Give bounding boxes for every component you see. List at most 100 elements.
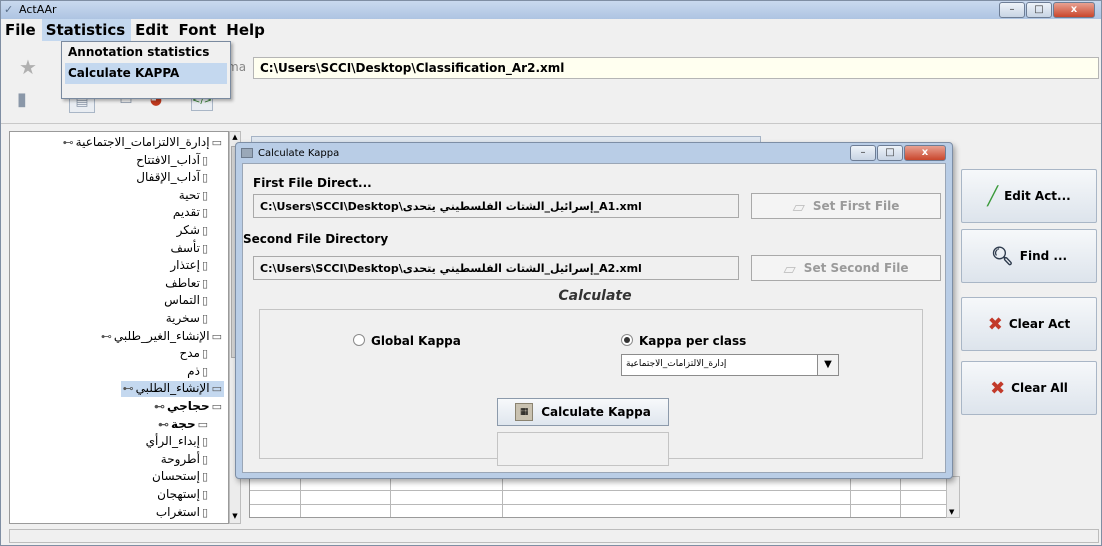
file-icon: ▯	[201, 224, 208, 237]
tree-node[interactable]: ▯شكر	[177, 223, 210, 239]
tree-node[interactable]: ▯آداب_الإقفال	[136, 170, 210, 186]
menu-item-annotation-statistics[interactable]: Annotation statistics	[62, 42, 230, 63]
kappa-per-class-label: Kappa per class	[639, 334, 747, 348]
tree-node[interactable]: ▭الإنشاء_الطلبي⊶	[120, 381, 224, 398]
kappa-per-class-radio[interactable]	[621, 334, 633, 346]
scroll-down-icon[interactable]: ▼	[949, 508, 954, 516]
app-icon: ✓	[4, 3, 14, 16]
file-path-field: C:\Users\SCCI\Desktop\Classification_Ar2…	[253, 57, 1099, 79]
dialog-maximize-button[interactable]: □	[877, 145, 903, 161]
class-select[interactable]: إدارة_الالتزامات_الاجتماعية	[621, 354, 839, 376]
first-file-path-field[interactable]: C:\Users\SCCI\Desktop\إسرائيل_الشتات الف…	[253, 194, 739, 218]
tree-node[interactable]: ▯آداب_الافتتاح	[136, 153, 210, 169]
tree-node[interactable]: ▭إدارة_الالتزامات_الاجتماعية⊶	[61, 135, 224, 151]
file-icon: ▯	[201, 206, 208, 220]
dialog-close-button[interactable]: x	[904, 145, 946, 161]
clear-all-button[interactable]: ✖ Clear All	[961, 361, 1097, 415]
tree-node[interactable]: ▯إستحسان	[152, 469, 210, 485]
tree-node[interactable]: ▯تأسف	[170, 241, 210, 257]
tree-node-label: إبداء_الرأي	[145, 434, 200, 449]
folder-icon: ▭	[211, 400, 222, 413]
table-scrollbar[interactable]: ▼	[946, 476, 960, 518]
expand-toggle-icon[interactable]: ⊶	[154, 400, 165, 413]
tree-node-label: ذم	[187, 363, 200, 378]
tree-node-label: آداب_الافتتاح	[136, 152, 200, 167]
dialog-minimize-button[interactable]: –	[850, 145, 876, 161]
classification-tree[interactable]: ▭إدارة_الالتزامات_الاجتماعية⊶ ▯آداب_الافت…	[9, 131, 229, 524]
tree-node[interactable]: ▯إعتذار	[170, 258, 210, 274]
tree-node-label: تقديم	[172, 205, 200, 220]
tree-node-label: مدح	[179, 346, 200, 361]
tree-node[interactable]: ▯تقديم	[173, 205, 210, 221]
expand-toggle-icon[interactable]: ⊶	[158, 418, 169, 431]
menu-file[interactable]: File	[1, 19, 42, 41]
tree-node[interactable]: ▭حجة⊶	[156, 417, 210, 433]
window-controls: – □ x	[998, 2, 1095, 18]
calculate-kappa-label: Calculate Kappa	[541, 405, 651, 419]
title-bar: ✓ ActAAr – □ x	[1, 1, 1101, 19]
close-button[interactable]: x	[1053, 2, 1095, 18]
folder-icon: ▭	[211, 136, 222, 149]
menu-help[interactable]: Help	[222, 19, 271, 41]
book-icon: ▱	[783, 258, 796, 278]
global-kappa-radio[interactable]	[353, 334, 365, 346]
menu-edit[interactable]: Edit	[131, 19, 174, 41]
file-icon: ▯	[201, 188, 208, 202]
edit-act-button[interactable]: ╱ Edit Act...	[961, 169, 1097, 223]
kappa-per-class-option[interactable]: Kappa per class	[621, 334, 746, 348]
tree-node[interactable]: ▭حجاجي⊶	[152, 399, 224, 415]
tree-node[interactable]: ▯تعاطف	[165, 276, 210, 292]
file-icon: ▯	[201, 312, 208, 325]
tree-node[interactable]: ▯إستهجان	[157, 487, 210, 503]
tree-node[interactable]: ▯استغراب	[156, 505, 210, 521]
tree-node-label: إعتذار	[170, 258, 200, 273]
expand-toggle-icon[interactable]: ⊶	[101, 330, 112, 343]
tree-node[interactable]: ▯سخرية	[166, 311, 210, 327]
file-icon: ▯	[201, 241, 208, 255]
calculate-kappa-button[interactable]: ▦ Calculate Kappa	[497, 398, 669, 426]
tree-node[interactable]: ▯ذم	[187, 364, 210, 380]
star-icon[interactable]: ★	[19, 55, 37, 79]
file-icon: ▯	[201, 347, 208, 361]
second-file-path-field[interactable]: C:\Users\SCCI\Desktop\إسرائيل_الشتات الف…	[253, 256, 739, 280]
maximize-button[interactable]: □	[1026, 2, 1052, 18]
find-button[interactable]: 🔍︎ Find ...	[961, 229, 1097, 283]
tree-node-label: حجة	[171, 416, 196, 431]
global-kappa-option[interactable]: Global Kappa	[353, 334, 461, 348]
scroll-down-icon[interactable]: ▼	[231, 512, 239, 522]
magnifier-icon: 🔍︎	[990, 245, 1014, 267]
tree-node-label: الإنشاء_الغير_طلبي	[113, 328, 210, 343]
folder-icon: ▭	[211, 329, 222, 343]
set-second-file-button[interactable]: ▱ Set Second File	[751, 255, 941, 281]
global-kappa-label: Global Kappa	[371, 334, 461, 348]
find-label: Find ...	[1019, 249, 1068, 263]
menu-font[interactable]: Font	[174, 19, 222, 41]
statistics-dropdown: Annotation statistics Calculate KAPPA	[61, 41, 231, 99]
minimize-button[interactable]: –	[999, 2, 1025, 18]
status-bar	[9, 529, 1099, 543]
chevron-down-icon[interactable]: ▼	[817, 355, 838, 375]
expand-toggle-icon[interactable]: ⊶	[123, 382, 134, 395]
edit-act-label: Edit Act...	[1004, 189, 1071, 203]
tree-node[interactable]: ▭الإنشاء_الغير_طلبي⊶	[99, 329, 224, 345]
bookmark-icon[interactable]: ▮	[9, 89, 35, 113]
file-icon: ▯	[201, 153, 208, 167]
expand-toggle-icon[interactable]: ⊶	[63, 136, 74, 149]
tree-node-label: سخرية	[165, 311, 200, 325]
tree-node[interactable]: ▯تحية	[179, 188, 210, 204]
menu-statistics[interactable]: Statistics	[41, 19, 132, 41]
dialog-icon	[241, 148, 253, 158]
pencil-icon: ╱	[987, 185, 999, 207]
folder-icon: ▭	[211, 382, 222, 396]
set-first-file-button[interactable]: ▱ Set First File	[751, 193, 941, 219]
tree-node[interactable]: ▯التماس	[164, 293, 210, 309]
tree-node[interactable]: ▯إبداء_الرأي	[146, 434, 210, 450]
class-select-value: إدارة_الالتزامات_الاجتماعية	[626, 359, 727, 369]
file-icon: ▯	[201, 488, 208, 501]
file-icon: ▯	[201, 452, 208, 466]
tree-node[interactable]: ▯أطروحة	[161, 452, 210, 468]
annotation-table	[249, 476, 949, 518]
tree-node[interactable]: ▯مدح	[179, 346, 210, 362]
clear-act-button[interactable]: ✖ Clear Act	[961, 297, 1097, 351]
menu-item-calculate-kappa[interactable]: Calculate KAPPA	[65, 63, 227, 84]
